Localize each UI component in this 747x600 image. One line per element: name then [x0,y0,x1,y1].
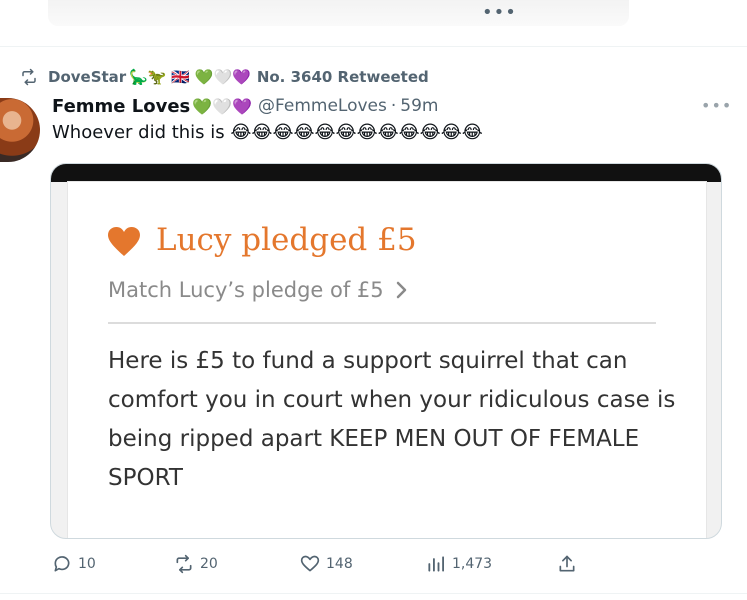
screenshot-page: Lucy pledged £5 Match Lucy’s pledge of £… [68,182,706,538]
tweet-text: Whoever did this is 😂😂😂😂😂😂😂😂😂😂😂😂 [52,122,483,143]
previous-media-preview [48,0,629,26]
retweeter-name[interactable]: DoveStar [48,68,126,86]
reply-count: 10 [78,556,96,572]
retweeter-emojis: 🦕🦖 🇬🇧 💚🤍💜 [129,68,251,86]
tweet-media-image[interactable]: Lucy pledged £5 Match Lucy’s pledge of £… [50,163,722,539]
more-options-icon[interactable]: ••• [701,96,732,115]
pledge-message: Here is £5 to fund a support squirrel th… [108,348,676,491]
tweet-divider [0,46,747,47]
retweet-indicator[interactable]: DoveStar 🦕🦖 🇬🇧 💚🤍💜 No. 3640 Retweeted [20,64,429,90]
previous-more-icon[interactable]: ••• [482,2,517,23]
retweet-count: 20 [200,556,218,572]
handle-separator: · [390,96,397,116]
tweet-author-row: Femme Loves 💚🤍💜 @FemmeLoves · 59m [52,94,438,118]
like-icon [300,555,320,572]
author-handle[interactable]: @FemmeLoves [258,96,387,116]
reply-button[interactable]: 10 [52,550,96,578]
like-count: 148 [326,556,353,572]
share-icon [559,555,575,572]
retweet-button[interactable]: 20 [174,550,218,578]
pledge-title: Lucy pledged £5 [156,222,417,258]
share-button[interactable] [557,550,583,578]
media-top-band [51,164,721,182]
views-icon [428,556,444,572]
views-button[interactable]: 1,473 [426,550,492,578]
retweet-icon [22,68,36,86]
retweet-label: No. 3640 Retweeted [256,68,429,86]
content-divider [108,322,656,324]
previous-tweet-media[interactable]: ••• [0,0,747,40]
tweet-actions: 10 20 148 1,473 [52,550,692,578]
reply-icon [54,556,70,572]
match-pledge-link: Match Lucy’s pledge of £5 [108,278,408,302]
heart-icon [108,227,140,256]
retweet-icon [176,554,192,574]
author-name[interactable]: Femme Loves [52,96,190,117]
views-count: 1,473 [452,556,493,572]
chevron-right-icon [396,281,406,299]
avatar[interactable] [0,98,40,162]
tweet-bottom-divider [0,593,747,594]
match-pledge-text: Match Lucy’s pledge of £5 [108,278,384,302]
author-emojis: 💚🤍💜 [192,96,253,116]
like-button[interactable]: 148 [300,550,353,578]
tweet-timestamp[interactable]: 59m [400,96,438,116]
